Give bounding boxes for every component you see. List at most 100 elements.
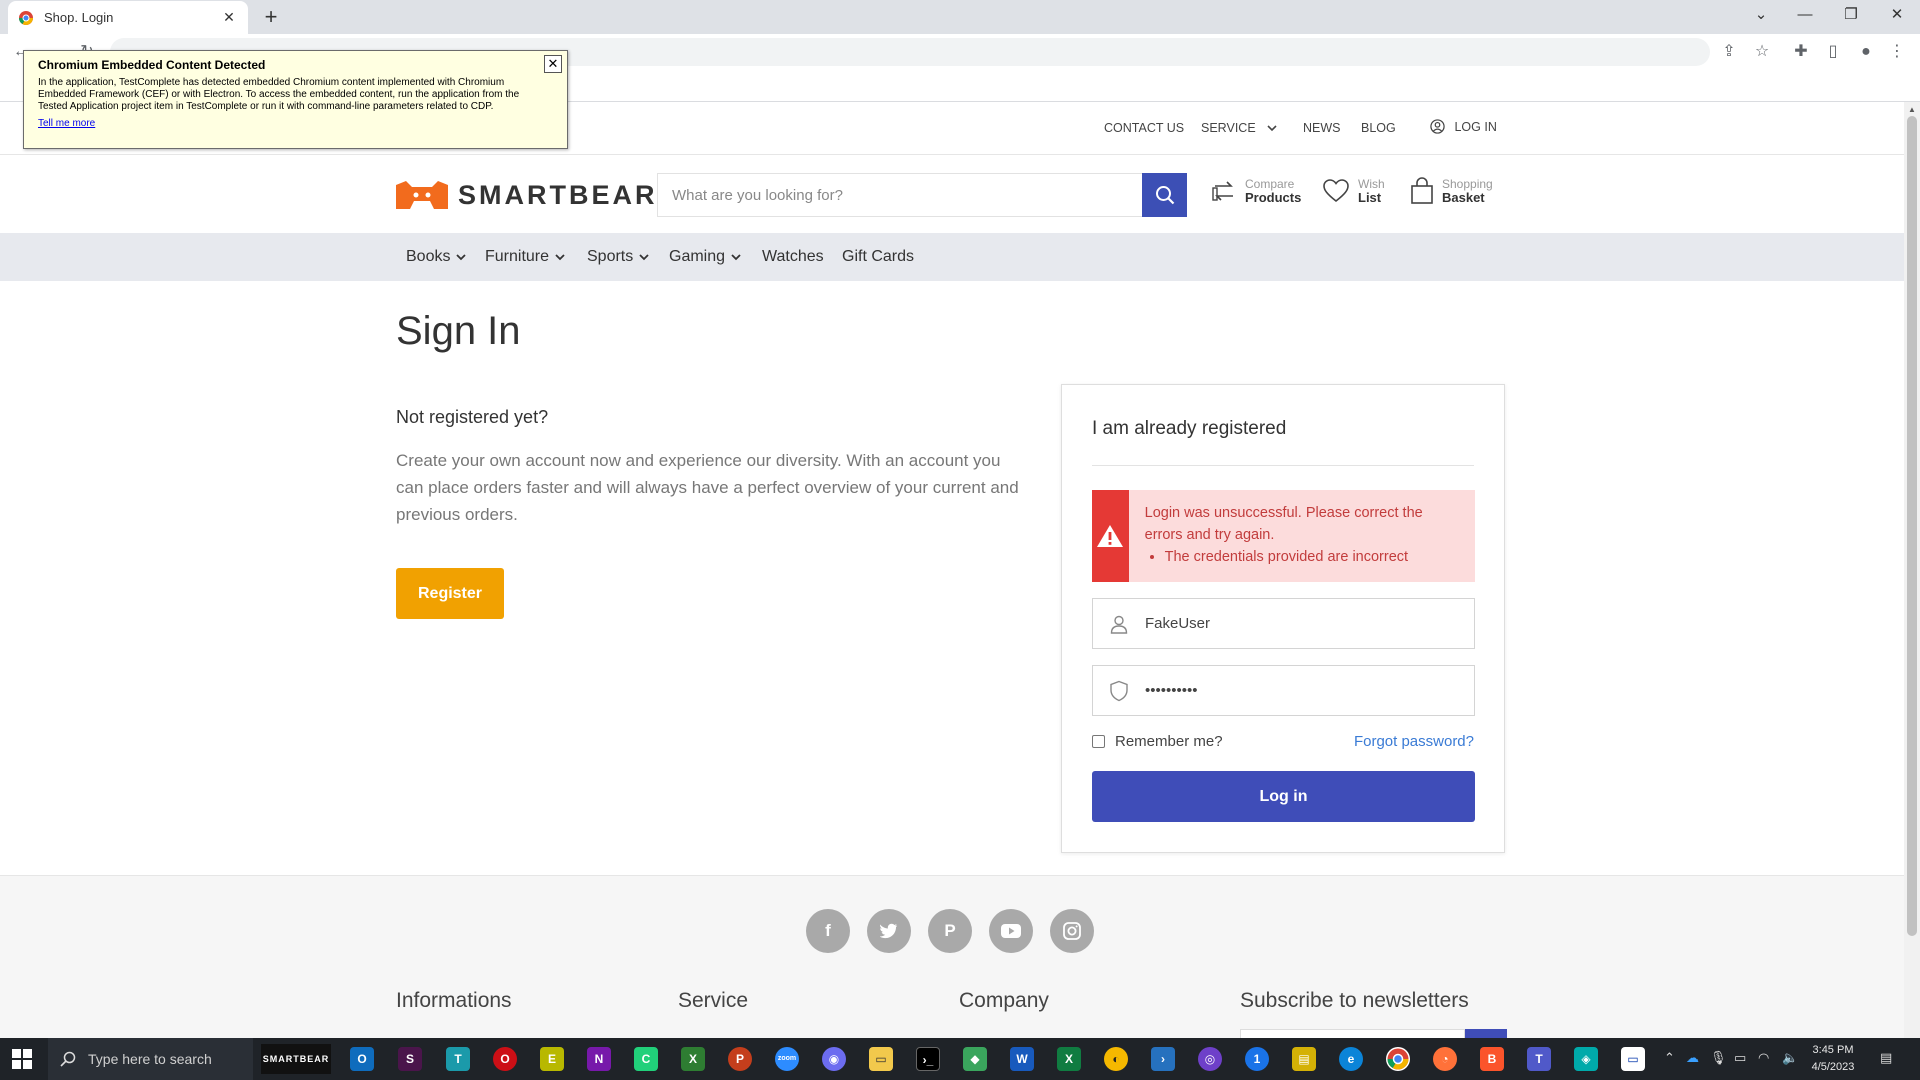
- category-books[interactable]: Books: [406, 248, 467, 266]
- service-menu[interactable]: SERVICE: [1201, 121, 1277, 135]
- remember-me[interactable]: Remember me?: [1092, 733, 1223, 750]
- profile-icon[interactable]: ●: [1855, 41, 1877, 63]
- page-viewport: CONTACT US SERVICE NEWS BLOG LOG IN SMAR…: [0, 102, 1904, 1038]
- twitter-icon[interactable]: [867, 909, 911, 953]
- terminal-icon[interactable]: ›_: [916, 1047, 940, 1071]
- volume-icon[interactable]: 🔈: [1782, 1050, 1798, 1066]
- password-manager-icon[interactable]: 1: [1245, 1047, 1269, 1071]
- taskbar-search[interactable]: Type here to search: [48, 1038, 253, 1080]
- search-input[interactable]: [658, 174, 1142, 216]
- clock-date: 4/5/2023: [1811, 1061, 1855, 1073]
- register-button[interactable]: Register: [396, 568, 504, 619]
- brave-icon[interactable]: B: [1480, 1047, 1504, 1071]
- login-link[interactable]: LOG IN: [1430, 119, 1497, 134]
- category-gaming[interactable]: Gaming: [669, 248, 741, 266]
- newsletter-subscribe-button[interactable]: [1465, 1029, 1507, 1038]
- zoom-icon[interactable]: zoom: [775, 1047, 799, 1071]
- notes-app-icon[interactable]: ▤: [1292, 1047, 1316, 1071]
- password-field[interactable]: ••••••••••: [1092, 665, 1475, 716]
- powerpoint-icon[interactable]: P: [728, 1047, 752, 1071]
- testcomplete-icon[interactable]: T: [446, 1047, 470, 1071]
- teams-icon[interactable]: T: [1527, 1047, 1551, 1071]
- tab-search-chevron-icon[interactable]: ⌄: [1738, 0, 1784, 30]
- taskbar-smartbear-app[interactable]: SMARTBEAR: [261, 1044, 331, 1074]
- system-clock[interactable]: 3:45 PM 4/5/2023: [1808, 1042, 1858, 1076]
- category-label: Sports: [587, 248, 634, 265]
- scroll-up-icon[interactable]: ▲: [1908, 105, 1916, 114]
- onenote-icon[interactable]: N: [587, 1047, 611, 1071]
- edge-icon[interactable]: e: [1339, 1047, 1363, 1071]
- category-navigation: Books Furniture Sports Gaming Watches Gi…: [0, 233, 1904, 281]
- window-app-icon[interactable]: ▭: [1621, 1047, 1645, 1071]
- chevron-down-icon: [731, 254, 741, 261]
- newsletter-email-input[interactable]: [1240, 1029, 1465, 1038]
- onedrive-icon[interactable]: ☁: [1686, 1050, 1699, 1066]
- spreadsheet-app-icon[interactable]: X: [681, 1047, 705, 1071]
- wish-big-label: List: [1358, 190, 1382, 205]
- instagram-icon[interactable]: [1050, 909, 1094, 953]
- shopping-basket-link[interactable]: Shopping Basket: [1410, 177, 1493, 205]
- forgot-password-link[interactable]: Forgot password?: [1354, 733, 1474, 750]
- blog-link[interactable]: BLOG: [1361, 121, 1396, 135]
- word-icon[interactable]: W: [1010, 1047, 1034, 1071]
- pinterest-icon[interactable]: P: [928, 909, 972, 953]
- search-button[interactable]: [1142, 173, 1187, 217]
- github-icon[interactable]: ◎: [1198, 1047, 1222, 1071]
- category-furniture[interactable]: Furniture: [485, 248, 565, 266]
- cef-close-icon[interactable]: ✕: [544, 55, 562, 73]
- wish-list-link[interactable]: Wish List: [1322, 177, 1385, 205]
- category-watches[interactable]: Watches: [762, 248, 824, 266]
- compare-big-label: Products: [1245, 190, 1302, 205]
- extensions-icon[interactable]: ✚: [1790, 41, 1812, 63]
- chrome-icon[interactable]: [1386, 1047, 1410, 1071]
- bookmark-star-icon[interactable]: ☆: [1751, 41, 1773, 63]
- scroll-thumb[interactable]: [1907, 116, 1917, 936]
- excel-icon[interactable]: X: [1057, 1047, 1081, 1071]
- page-scrollbar[interactable]: ▲: [1904, 102, 1920, 1038]
- sketch-app-icon[interactable]: ◐: [1104, 1047, 1128, 1071]
- camtasia-icon[interactable]: C: [634, 1047, 658, 1071]
- notifications-icon[interactable]: ▤: [1880, 1050, 1892, 1066]
- category-gift-cards[interactable]: Gift Cards: [842, 248, 914, 266]
- shopping-bag-icon: [1411, 177, 1433, 204]
- minimize-icon[interactable]: —: [1782, 0, 1828, 30]
- slack-icon[interactable]: S: [398, 1047, 422, 1071]
- opera-icon[interactable]: O: [493, 1047, 517, 1071]
- login-card-title: I am already registered: [1092, 418, 1287, 439]
- basket-small-label: Shopping: [1442, 177, 1493, 191]
- new-tab-button[interactable]: +: [258, 4, 284, 30]
- tray-chevron-up-icon[interactable]: ⌃: [1664, 1050, 1675, 1066]
- testexecute-icon[interactable]: E: [540, 1047, 564, 1071]
- restore-icon[interactable]: ❐: [1828, 0, 1874, 30]
- remember-me-checkbox[interactable]: [1092, 735, 1105, 748]
- wifi-icon[interactable]: ◠: [1758, 1050, 1769, 1066]
- microphone-icon[interactable]: 🎙: [1710, 1050, 1727, 1066]
- network-app-icon[interactable]: ◉: [822, 1047, 846, 1071]
- smartbear-logo[interactable]: SMARTBEAR: [394, 179, 658, 211]
- compare-products-link[interactable]: Compare Products: [1211, 177, 1301, 205]
- facebook-icon[interactable]: f: [806, 909, 850, 953]
- outlook-icon[interactable]: O: [350, 1047, 374, 1071]
- cef-tell-me-more-link[interactable]: Tell me more: [38, 118, 95, 129]
- share-icon[interactable]: ⇪: [1718, 41, 1740, 63]
- git-app-icon[interactable]: ◆: [963, 1047, 987, 1071]
- remember-me-label: Remember me?: [1115, 733, 1223, 750]
- file-explorer-icon[interactable]: ▭: [869, 1047, 893, 1071]
- news-link[interactable]: NEWS: [1303, 121, 1341, 135]
- window-close-icon[interactable]: ✕: [1874, 0, 1920, 30]
- youtube-icon[interactable]: [989, 909, 1033, 953]
- username-field[interactable]: FakeUser: [1092, 598, 1475, 649]
- powershell-icon[interactable]: ›: [1151, 1047, 1175, 1071]
- tab-close-icon[interactable]: ✕: [220, 9, 238, 26]
- battery-icon[interactable]: ▭: [1734, 1050, 1746, 1066]
- login-button[interactable]: Log in: [1092, 771, 1475, 822]
- category-label: Gift Cards: [842, 248, 915, 265]
- category-sports[interactable]: Sports: [587, 248, 649, 266]
- firefox-icon[interactable]: ◔: [1433, 1047, 1457, 1071]
- contact-us-link[interactable]: CONTACT US: [1104, 121, 1184, 135]
- remote-app-icon[interactable]: ◈: [1574, 1047, 1598, 1071]
- side-panel-icon[interactable]: ▯: [1822, 41, 1844, 63]
- browser-tab-active[interactable]: Shop. Login ✕: [8, 1, 248, 34]
- windows-start-icon[interactable]: [12, 1049, 32, 1069]
- menu-kebab-icon[interactable]: ⋮: [1886, 41, 1908, 63]
